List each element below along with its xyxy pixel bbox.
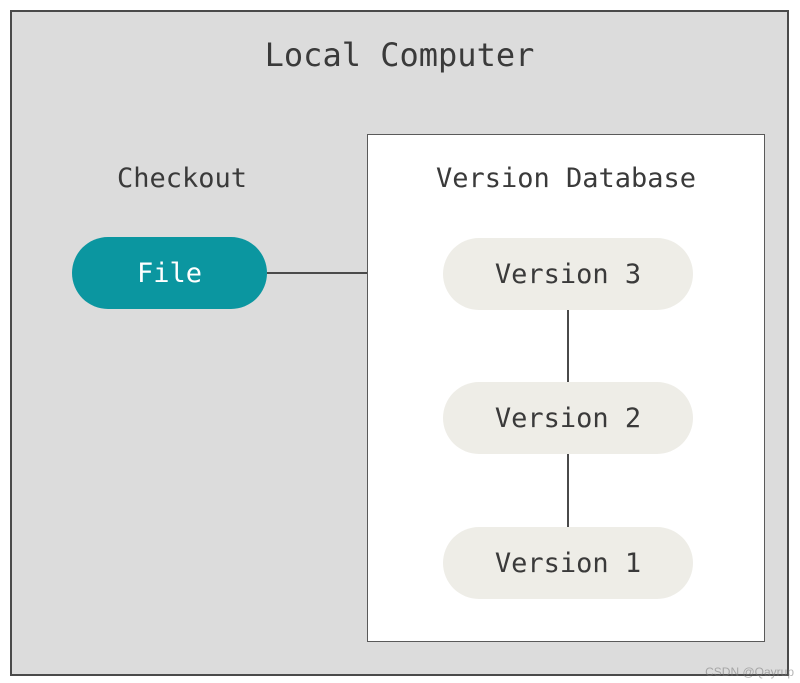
connector-v3-v2 [567,310,569,382]
checkout-label: Checkout [82,163,282,194]
version-node-3-label: Version 3 [495,259,641,290]
version-node-3: Version 3 [443,238,693,310]
file-node: File [72,237,267,309]
watermark: CSDN @Qayrup [705,665,794,679]
version-database-title: Version Database [368,163,764,194]
connector-v2-v1 [567,454,569,527]
file-node-label: File [137,258,202,289]
frame-title: Local Computer [12,36,787,74]
version-database-box: Version Database Version 3 Version 2 Ver… [367,134,765,642]
version-node-2-label: Version 2 [495,403,641,434]
local-computer-frame: Local Computer Checkout File Version Dat… [10,10,789,676]
version-node-1: Version 1 [443,527,693,599]
version-node-1-label: Version 1 [495,548,641,579]
version-node-2: Version 2 [443,382,693,454]
